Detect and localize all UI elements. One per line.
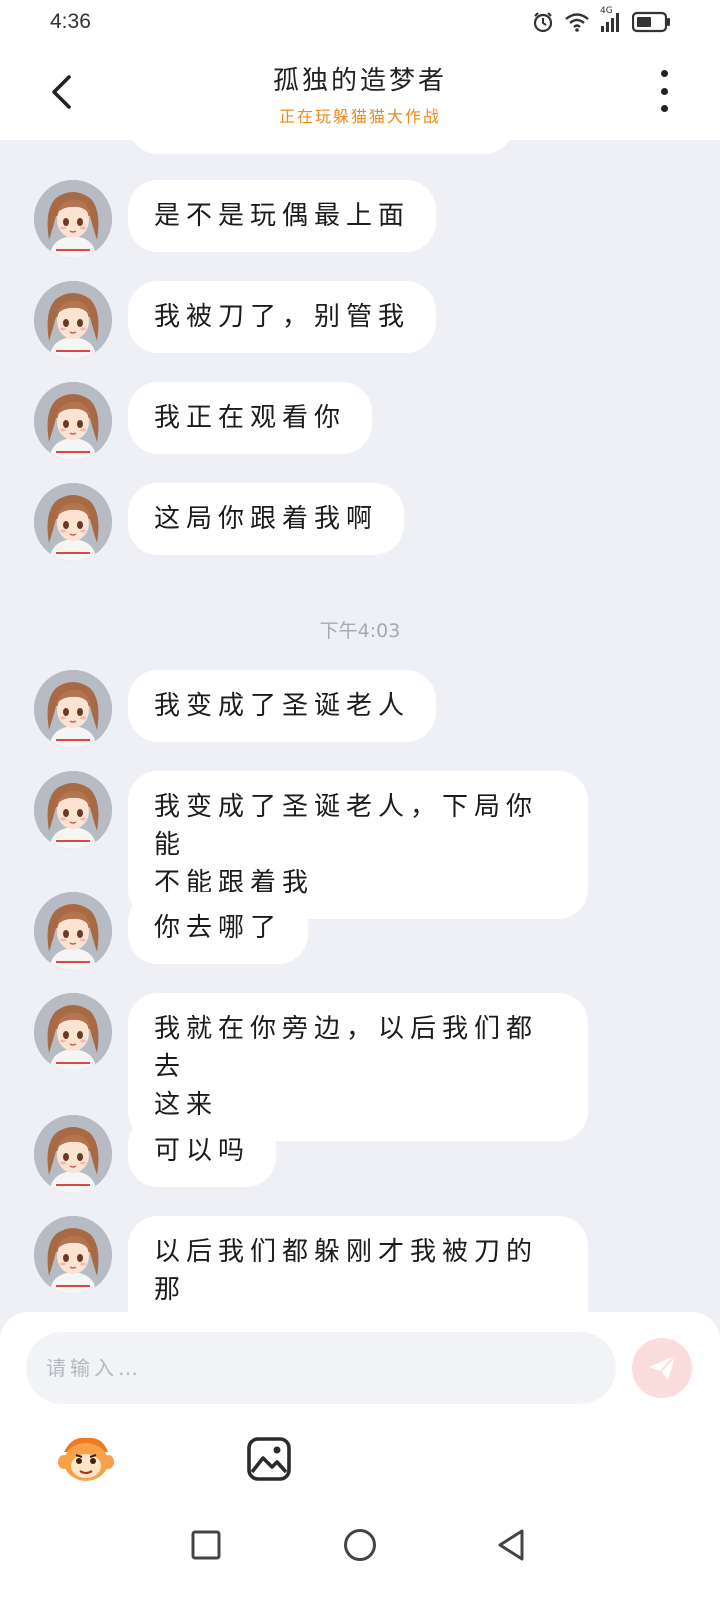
avatar[interactable]	[34, 180, 112, 258]
time-separator: 下午4:03	[319, 620, 401, 642]
system-nav-bar	[0, 1490, 720, 1600]
status-bar: 4:36 4G	[0, 0, 720, 44]
nav-back-button[interactable]	[486, 1520, 536, 1570]
network-type-label: 4G	[600, 6, 613, 16]
alarm-icon	[533, 12, 553, 33]
square-icon	[191, 1530, 221, 1560]
message-bubble[interactable]: 你去哪了	[128, 892, 309, 964]
message-bubble[interactable]: 我变成了圣诞老人	[128, 670, 437, 742]
circle-icon	[344, 1529, 376, 1561]
status-time: 4:36	[50, 10, 91, 33]
image-icon	[247, 1437, 291, 1481]
avatar[interactable]	[34, 670, 112, 748]
image-button[interactable]	[246, 1436, 292, 1482]
message-bubble-partial	[128, 140, 514, 154]
avatar[interactable]	[34, 483, 112, 561]
more-options-button[interactable]	[654, 70, 674, 112]
emoji-button[interactable]	[58, 1434, 114, 1484]
chat-subtitle: 正在玩躲猫猫大作战	[278, 107, 441, 126]
send-button[interactable]	[632, 1338, 692, 1398]
more-vertical-icon	[660, 70, 668, 77]
avatar[interactable]	[34, 892, 112, 970]
chat-title: 孤独的造梦者	[272, 66, 447, 96]
message-bubble[interactable]: 我正在观看你	[128, 382, 373, 454]
chat-messages-area[interactable]: 是不是玩偶最上面 我被刀了，别管我 我正在观看你 这局你跟着我啊 下午4:03 …	[0, 140, 720, 1312]
battery-icon	[632, 11, 670, 33]
message-input-container[interactable]	[26, 1332, 616, 1404]
title-block: 孤独的造梦者 正在玩躲猫猫大作战	[160, 60, 560, 127]
avatar[interactable]	[34, 1216, 112, 1294]
chevron-left-icon	[52, 75, 71, 109]
message-bubble[interactable]: 是不是玩偶最上面	[128, 180, 437, 252]
avatar[interactable]	[34, 281, 112, 359]
message-bubble[interactable]: 我被刀了，别管我	[128, 281, 437, 353]
message-bubble[interactable]: 这局你跟着我啊	[128, 483, 405, 555]
wifi-icon	[565, 13, 589, 32]
avatar[interactable]	[34, 771, 112, 849]
avatar[interactable]	[34, 1115, 112, 1193]
message-input[interactable]	[46, 1356, 596, 1380]
emoji-face-icon	[58, 1437, 114, 1481]
back-button[interactable]	[44, 72, 78, 112]
nav-home-button[interactable]	[335, 1520, 385, 1570]
triangle-back-icon	[498, 1529, 524, 1561]
avatar[interactable]	[34, 382, 112, 460]
avatar[interactable]	[34, 993, 112, 1071]
nav-recent-button[interactable]	[181, 1520, 231, 1570]
message-bubble[interactable]: 可以吗	[128, 1115, 277, 1187]
chat-header: 孤独的造梦者 正在玩躲猫猫大作战	[0, 44, 720, 140]
message-bubble[interactable]: 以后我们都躲刚才我被刀的那 个地方	[128, 1216, 588, 1312]
send-icon	[649, 1355, 676, 1380]
status-icons: 4G	[532, 6, 672, 33]
